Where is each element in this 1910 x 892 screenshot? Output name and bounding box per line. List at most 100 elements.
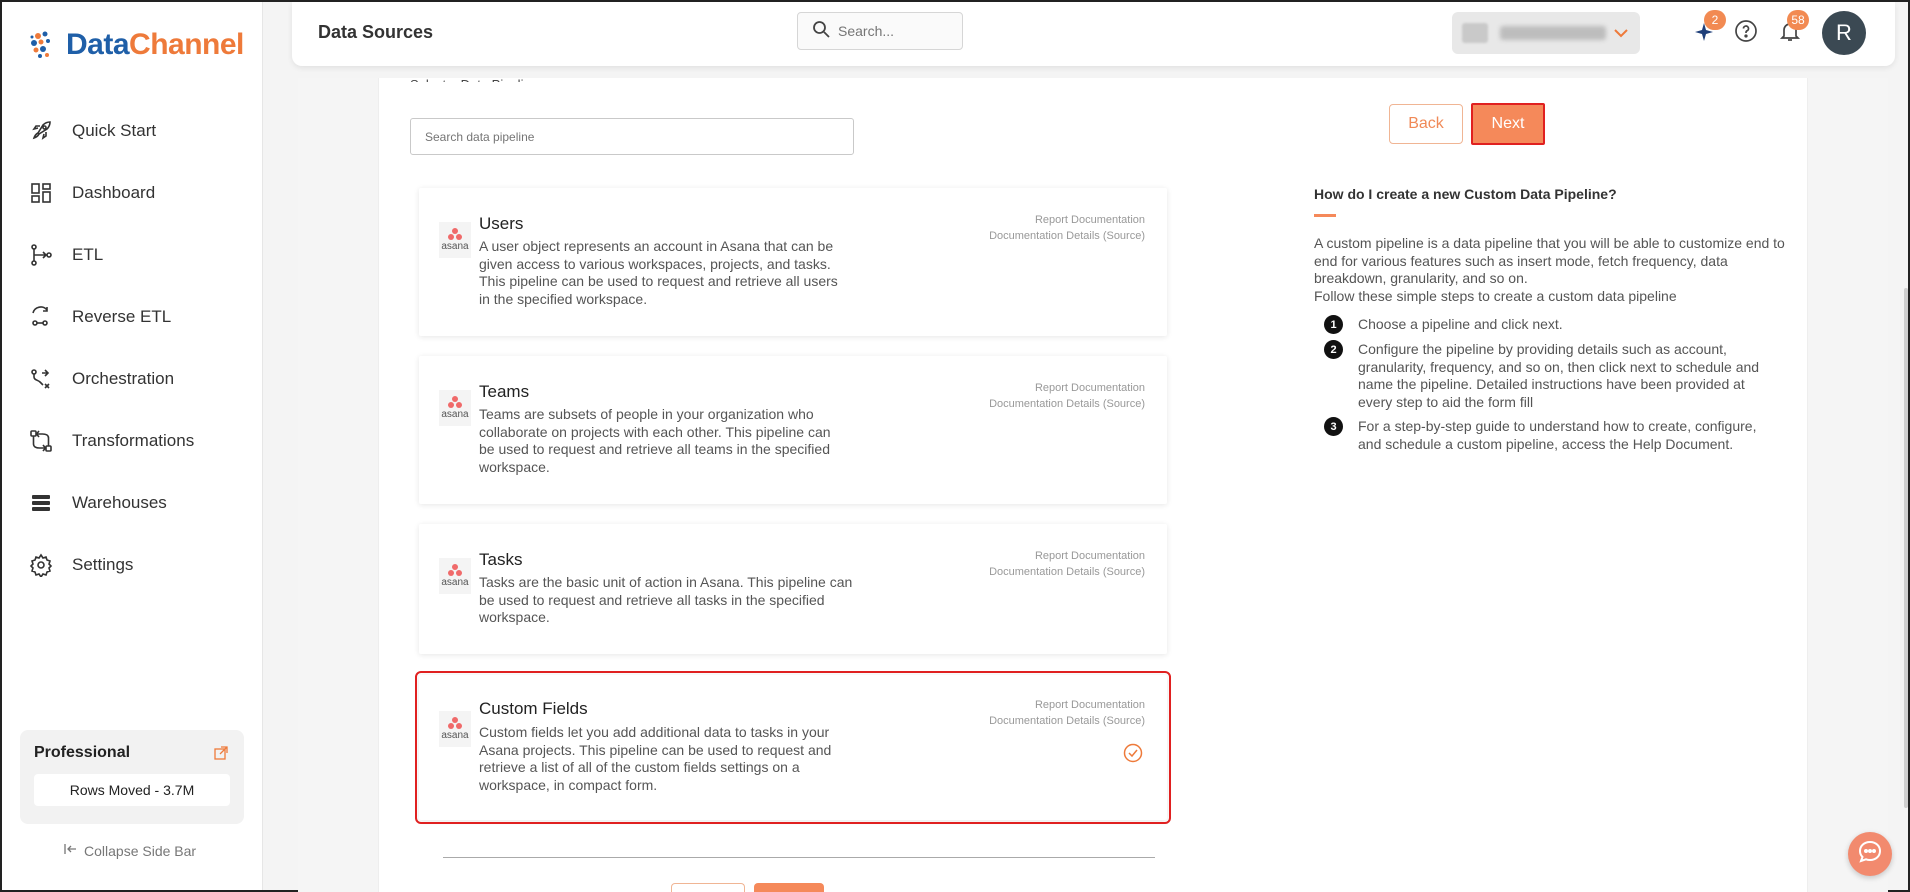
warehouses-icon [28,490,54,516]
help-intro: A custom pipeline is a data pipeline tha… [1314,235,1794,305]
sidebar-item-label: Dashboard [72,183,156,202]
asana-word: asana [441,577,469,588]
etl-icon [28,242,54,268]
pipeline-card-teams[interactable]: asana Teams Teams are subsets of people … [419,356,1167,504]
logo-text: DataChannel [66,28,244,61]
step-text: Configure the pipeline by providing deta… [1358,341,1760,410]
sidebar-item-dashboard[interactable]: Dashboard [2,162,262,224]
datachannel-logo[interactable]: DataChannel [28,28,244,62]
page-title: Data Sources [318,22,434,42]
pipeline-card-users[interactable]: asana Users A user object represents an … [419,188,1167,336]
help-step: 3 For a step-by-step guide to understand… [1324,417,1784,453]
next-button[interactable]: Next [1471,103,1545,145]
card-description: Tasks are the basic unit of action in As… [479,574,853,625]
asana-dots-icon [448,564,462,576]
account-icon [1462,23,1488,43]
plan-card: Professional Rows Moved - 3.7M [20,730,244,824]
collapse-sidebar-button[interactable]: Collapse Side Bar [64,842,196,859]
scrollbar[interactable] [1904,288,1908,808]
sidebar-item-label: Settings [72,555,134,574]
help-step: 2 Configure the pipeline by providing de… [1324,340,1784,411]
asana-word: asana [441,409,469,420]
card-title: Tasks [479,550,523,569]
report-documentation-link[interactable]: Report Documentation [989,380,1145,396]
rows-moved: Rows Moved - 3.7M [34,774,230,806]
sidebar-item-label: Orchestration [72,369,175,388]
back-button[interactable]: Back [1389,104,1463,144]
sidebar-item-orchestration[interactable]: Orchestration [2,348,262,410]
help-intro-steps-text: Follow these simple steps to create a cu… [1314,287,1677,304]
sidebar-item-quick-start[interactable]: Quick Start [2,100,262,162]
help-title: How do I create a new Custom Data Pipeli… [1314,186,1617,202]
logo-mark-icon [28,28,62,62]
asana-logo: asana [439,222,471,258]
pipeline-card-custom-fields[interactable]: asana Custom Fields Custom fields let yo… [415,671,1171,824]
sidebar-item-label: Transformations [72,431,195,450]
documentation-details-link[interactable]: Documentation Details (Source) [989,228,1145,244]
chat-button[interactable] [1848,832,1892,876]
orchestration-icon [28,366,54,392]
help-step: 1 Choose a pipeline and click next. [1324,315,1784,334]
report-documentation-link[interactable]: Report Documentation [989,548,1145,564]
account-selector[interactable] [1452,12,1640,54]
card-links: Report Documentation Documentation Detai… [989,212,1145,244]
sidebar-item-transformations[interactable]: Transformations [2,410,262,472]
help-underline [1314,214,1336,217]
sparkle-badge: 2 [1704,10,1726,30]
step-number: 1 [1324,315,1343,334]
divider [443,857,1155,858]
help-steps: 1 Choose a pipeline and click next. 2 Co… [1324,315,1784,460]
section-label: Select a Data Pipeline [410,72,538,82]
report-documentation-link[interactable]: Report Documentation [989,697,1145,713]
global-search[interactable] [797,12,963,50]
collapse-label: Collapse Side Bar [84,842,197,859]
search-icon [812,20,830,43]
dashboard-icon [28,180,54,206]
notifications-button[interactable]: 58 [1777,10,1809,46]
rocket-icon [28,118,54,144]
step-text: Choose a pipeline and click next. [1358,316,1563,332]
account-name-blurred [1500,26,1606,40]
external-link-icon[interactable] [214,746,228,765]
step-number: 2 [1324,340,1343,359]
pipeline-card-tasks[interactable]: asana Tasks Tasks are the basic unit of … [419,524,1167,654]
asana-logo: asana [439,711,471,747]
plan-title: Professional [34,744,131,761]
gear-icon [28,552,54,578]
help-icon [1734,19,1758,48]
asana-dots-icon [448,396,462,408]
card-description: A user object represents an account in A… [479,238,838,307]
documentation-details-link[interactable]: Documentation Details (Source) [989,564,1145,580]
chevron-down-icon [1612,24,1630,47]
notification-badge: 58 [1787,10,1809,30]
search-input[interactable] [838,23,948,39]
avatar[interactable]: R [1822,11,1866,55]
documentation-details-link[interactable]: Documentation Details (Source) [989,396,1145,412]
sidebar: DataChannel Quick Start Dashboard ETL Re… [2,2,263,890]
sidebar-item-label: Quick Start [72,121,157,140]
card-description: Teams are subsets of people in your orga… [479,406,831,475]
sidebar-item-etl[interactable]: ETL [2,224,262,286]
card-title: Teams [479,382,530,401]
card-title: Custom Fields [479,699,588,718]
sidebar-item-settings[interactable]: Settings [2,534,262,596]
transformations-icon [28,428,54,454]
asana-logo: asana [439,558,471,594]
sidebar-nav: Quick Start Dashboard ETL Reverse ETL Or… [2,100,262,596]
sidebar-item-warehouses[interactable]: Warehouses [2,472,262,534]
documentation-details-link[interactable]: Documentation Details (Source) [989,713,1145,729]
sidebar-item-label: Warehouses [72,493,167,512]
card-links: Report Documentation Documentation Detai… [989,548,1145,580]
card-links: Report Documentation Documentation Detai… [989,380,1145,412]
back-button-bottom[interactable] [671,883,745,892]
check-circle-icon [1123,743,1143,768]
collapse-arrow-icon [64,842,78,859]
help-button[interactable] [1733,19,1759,48]
sidebar-item-reverse-etl[interactable]: Reverse ETL [2,286,262,348]
step-number: 3 [1324,417,1343,436]
pipeline-search-input[interactable] [410,118,854,155]
report-documentation-link[interactable]: Report Documentation [989,212,1145,228]
asana-word: asana [441,730,469,741]
next-button-bottom[interactable] [754,883,824,892]
sparkle-button[interactable]: 2 [1692,10,1726,46]
